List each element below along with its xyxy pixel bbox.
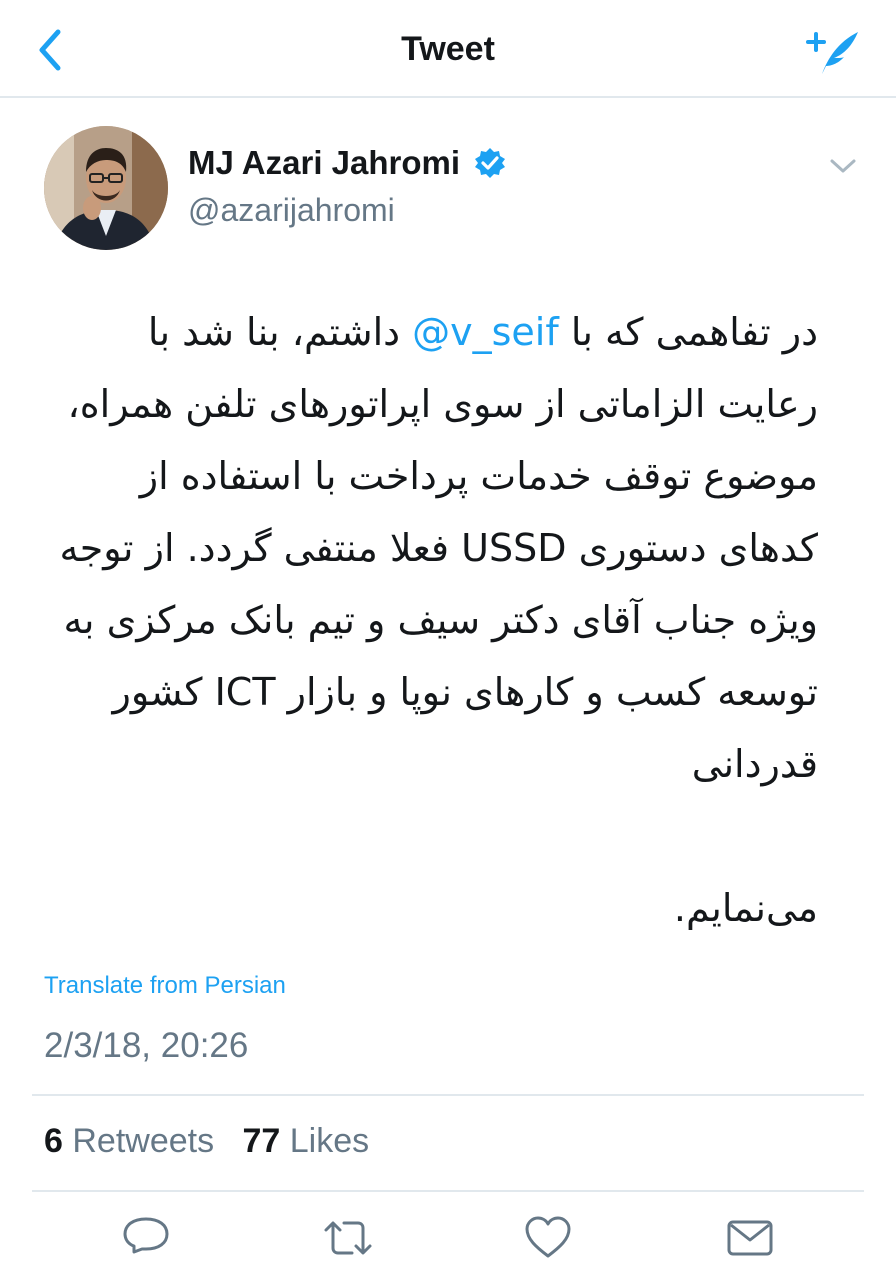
author-name[interactable]: MJ Azari Jahromi bbox=[188, 144, 460, 181]
retweets-count[interactable]: 6 bbox=[44, 1122, 63, 1160]
author-handle[interactable]: @azarijahromi bbox=[188, 192, 395, 229]
likes-label[interactable]: Likes bbox=[290, 1122, 369, 1160]
mail-icon[interactable] bbox=[724, 1212, 776, 1264]
tweet-text-part: در تفاهمی که با bbox=[558, 310, 818, 354]
timestamp: 2/3/18, 20:26 bbox=[44, 1026, 249, 1065]
engagement-stats: 6 Retweets 77 Likes bbox=[44, 1122, 369, 1161]
mention-link[interactable]: @v_seif bbox=[412, 310, 559, 354]
tweet-text: در تفاهمی که با @v_seif داشتم، بنا شد با… bbox=[40, 296, 818, 944]
likes-count[interactable]: 77 bbox=[242, 1122, 280, 1160]
retweets-label[interactable]: Retweets bbox=[72, 1122, 214, 1160]
page-title: Tweet bbox=[401, 30, 495, 68]
translate-link[interactable]: Translate from Persian bbox=[44, 972, 286, 1000]
retweet-icon[interactable] bbox=[322, 1212, 374, 1264]
compose-tweet-icon[interactable] bbox=[802, 24, 862, 80]
avatar[interactable] bbox=[44, 126, 168, 250]
chevron-down-icon[interactable] bbox=[828, 156, 858, 176]
tweet-text-part: داشتم، بنا شد با رعایت الزاماتی از سوی ا… bbox=[59, 310, 818, 930]
verified-badge-icon bbox=[474, 147, 506, 179]
navigation-bar: Tweet bbox=[0, 0, 896, 98]
author-name-row[interactable]: MJ Azari Jahromi bbox=[188, 144, 506, 188]
reply-icon[interactable] bbox=[120, 1212, 172, 1264]
heart-icon[interactable] bbox=[522, 1212, 574, 1264]
divider bbox=[32, 1094, 864, 1096]
divider bbox=[32, 1190, 864, 1192]
